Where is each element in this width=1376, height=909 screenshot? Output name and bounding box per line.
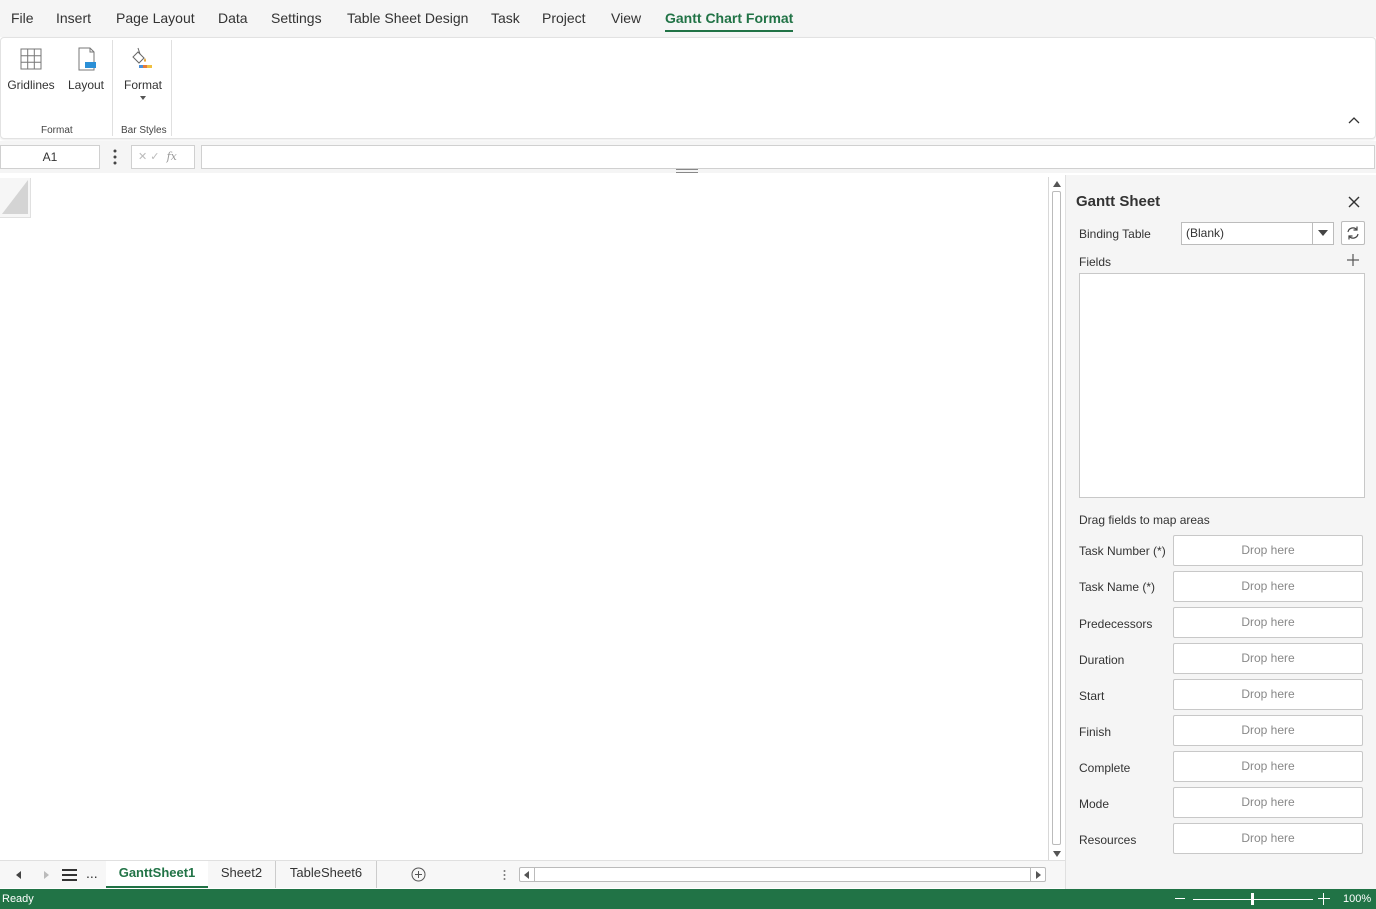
function-icon[interactable]: fx: [167, 150, 177, 163]
drop-zone-resources[interactable]: Drop here: [1173, 823, 1363, 854]
fields-list[interactable]: [1079, 273, 1365, 498]
horizontal-scrollbar[interactable]: [519, 867, 1046, 882]
menu-table-sheet-design[interactable]: Table Sheet Design: [347, 10, 468, 26]
ribbon: Gridlines Layout Format Format Bar Style…: [0, 37, 1376, 139]
drop-zone-start[interactable]: Drop here: [1173, 679, 1363, 710]
formula-bar: A1 ✕ ✓ fx: [0, 141, 1376, 173]
collapse-ribbon-icon[interactable]: [1347, 114, 1361, 128]
drag-hint: Drag fields to map areas: [1079, 513, 1210, 527]
sheet-grid[interactable]: [0, 175, 1047, 860]
scroll-left-icon[interactable]: [524, 871, 529, 879]
menu-task[interactable]: Task: [491, 10, 520, 26]
menu-insert[interactable]: Insert: [56, 10, 91, 26]
status-text: Ready: [2, 893, 34, 905]
scroll-down-icon[interactable]: [1053, 851, 1061, 857]
tab-ganttsheet1[interactable]: GanttSheet1: [106, 861, 208, 888]
scroll-divider: [1030, 868, 1031, 881]
format-label: Format: [123, 78, 162, 92]
layout-icon: [78, 47, 96, 71]
scroll-right-icon[interactable]: [1036, 871, 1041, 879]
mapping-label-finish: Finish: [1079, 725, 1112, 739]
gridlines-label: Gridlines: [7, 78, 55, 92]
menu-page-layout[interactable]: Page Layout: [116, 10, 195, 26]
sheet-tab-strip: ... GanttSheet1 Sheet2 TableSheet6: [0, 860, 1065, 888]
confirm-icon[interactable]: ✓: [150, 151, 159, 163]
drop-zone-task-name[interactable]: Drop here: [1173, 571, 1363, 602]
zoom-in-icon[interactable]: [1318, 893, 1330, 905]
layout-label: Layout: [67, 78, 105, 92]
chevron-down-icon[interactable]: [1312, 222, 1334, 245]
zoom-out-icon[interactable]: [1175, 898, 1185, 899]
refresh-icon: [1347, 226, 1359, 240]
scroll-up-icon[interactable]: [1053, 181, 1061, 187]
select-all-corner[interactable]: [0, 178, 31, 218]
menu-bar: File Insert Page Layout Data Settings Ta…: [0, 0, 1376, 37]
tab-nav-left-icon[interactable]: [16, 871, 21, 879]
layout-button[interactable]: Layout: [64, 46, 108, 92]
scroll-divider: [534, 868, 535, 881]
drop-zone-finish[interactable]: Drop here: [1173, 715, 1363, 746]
menu-gantt-chart-format[interactable]: Gantt Chart Format: [665, 10, 794, 32]
more-vertical-icon[interactable]: [112, 148, 118, 166]
close-icon[interactable]: [1347, 195, 1361, 209]
mapping-label-start: Start: [1079, 689, 1105, 703]
zoom-level[interactable]: 100%: [1343, 893, 1371, 905]
formula-functions: ✕ ✓ fx: [131, 145, 195, 169]
menu-project[interactable]: Project: [542, 10, 586, 26]
mapping-label-complete: Complete: [1079, 761, 1131, 775]
drop-zone-duration[interactable]: Drop here: [1173, 643, 1363, 674]
gridlines-icon: [20, 48, 42, 70]
menu-view[interactable]: View: [611, 10, 641, 26]
mapping-label-task-name: Task Name (*): [1079, 580, 1156, 594]
sheet-list-icon[interactable]: [62, 869, 77, 881]
drop-zone-mode[interactable]: Drop here: [1173, 787, 1363, 818]
gridlines-button[interactable]: Gridlines: [7, 46, 55, 92]
mapping-label-mode: Mode: [1079, 797, 1110, 811]
drop-zone-predecessors[interactable]: Drop here: [1173, 607, 1363, 638]
drop-zone-complete[interactable]: Drop here: [1173, 751, 1363, 782]
ribbon-separator: [112, 40, 113, 136]
group-label-format: Format: [41, 125, 73, 136]
tab-more-button[interactable]: ...: [86, 865, 98, 881]
group-label-bar-styles: Bar Styles: [121, 125, 167, 136]
zoom-slider-thumb[interactable]: [1251, 893, 1254, 905]
tab-sheet2[interactable]: Sheet2: [208, 861, 276, 888]
fields-label: Fields: [1079, 255, 1112, 269]
ribbon-separator: [171, 40, 172, 136]
menu-file[interactable]: File: [11, 10, 34, 26]
name-box[interactable]: A1: [0, 145, 100, 169]
cancel-icon[interactable]: ✕: [138, 151, 147, 163]
panel-title: Gantt Sheet: [1076, 193, 1161, 210]
formula-input[interactable]: [201, 145, 1375, 169]
mapping-label-resources: Resources: [1079, 833, 1137, 847]
tab-nav-right-icon[interactable]: [44, 871, 49, 879]
format-button[interactable]: Format: [121, 46, 165, 100]
drop-zone-task-number[interactable]: Drop here: [1173, 535, 1363, 566]
menu-settings[interactable]: Settings: [271, 10, 322, 26]
menu-data[interactable]: Data: [218, 10, 248, 26]
tab-splitter-icon[interactable]: [503, 869, 506, 881]
status-bar: Ready 100%: [0, 889, 1376, 909]
mapping-label-task-number: Task Number (*): [1079, 544, 1166, 558]
tab-tablesheet6[interactable]: TableSheet6: [276, 861, 377, 888]
binding-table-label: Binding Table: [1079, 227, 1151, 241]
splitter-handle[interactable]: [676, 169, 698, 173]
mapping-label-predecessors: Predecessors: [1079, 617, 1153, 631]
gantt-sheet-panel: Gantt Sheet Binding Table (Blank) Fields…: [1065, 175, 1376, 889]
add-field-icon[interactable]: [1347, 254, 1359, 266]
scroll-track[interactable]: [1052, 191, 1061, 845]
mapping-label-duration: Duration: [1079, 653, 1125, 667]
refresh-button[interactable]: [1341, 221, 1365, 245]
chevron-down-icon: [140, 96, 146, 100]
vertical-scrollbar[interactable]: [1048, 177, 1065, 860]
paint-bucket-icon: [132, 47, 152, 68]
add-sheet-icon[interactable]: [411, 867, 426, 882]
